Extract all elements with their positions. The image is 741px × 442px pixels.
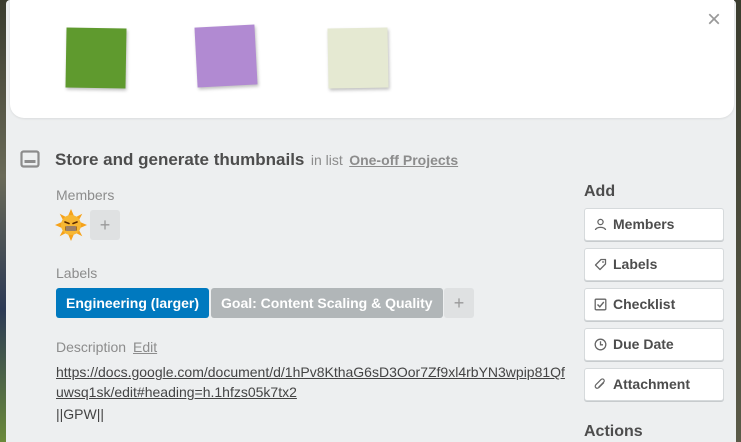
paperclip-icon [594,378,605,389]
sidebar-button-label: Checklist [613,296,676,312]
members-heading: Members [56,187,115,203]
card-cover [10,0,734,118]
sidebar-due-date-button[interactable]: Due Date [584,328,724,361]
person-icon [594,218,607,231]
plus-icon: + [99,215,111,235]
add-member-button[interactable]: + [90,210,120,240]
tag-icon [594,258,607,271]
sticky-note-green [65,27,127,89]
add-heading: Add [584,183,616,200]
card-detail-window: × Store and generate thumbnails in list … [6,0,736,442]
label-engineering[interactable]: Engineering (larger) [56,288,210,318]
close-button[interactable]: × [702,8,726,32]
clock-icon [594,338,607,351]
sidebar-members-button[interactable]: Members [584,208,724,241]
sidebar-button-label: Members [613,216,675,232]
description-text: ||GPW|| [56,406,104,422]
sticky-note-purple [194,24,258,88]
member-avatar[interactable] [55,209,87,241]
description-link[interactable]: https://docs.google.com/document/d/1hPv8… [56,362,568,402]
actions-heading: Actions [584,423,643,440]
checkbox-icon [594,298,607,311]
label-goal-content-scaling[interactable]: Goal: Content Scaling & Quality [211,288,443,318]
labels-heading: Labels [56,265,98,281]
sidebar-attachment-button[interactable]: Attachment [584,368,724,401]
list-link[interactable]: One-off Projects [349,152,458,168]
sidebar-button-label: Labels [613,256,658,272]
plus-icon: + [453,293,465,313]
sidebar-button-label: Due Date [613,336,674,352]
sidebar-button-label: Attachment [613,376,691,392]
sidebar-labels-button[interactable]: Labels [584,248,724,281]
sticky-note-cream [327,27,389,89]
card-icon [20,150,40,168]
add-label-button[interactable]: + [444,288,474,318]
card-title[interactable]: Store and generate thumbnails [55,150,304,169]
description-edit-link[interactable]: Edit [133,339,157,355]
description-heading: Description [56,339,127,355]
close-icon: × [706,6,721,33]
sidebar-checklist-button[interactable]: Checklist [584,288,724,321]
card-title-row: Store and generate thumbnails in list On… [55,150,615,170]
in-list-text: in list [310,152,343,168]
